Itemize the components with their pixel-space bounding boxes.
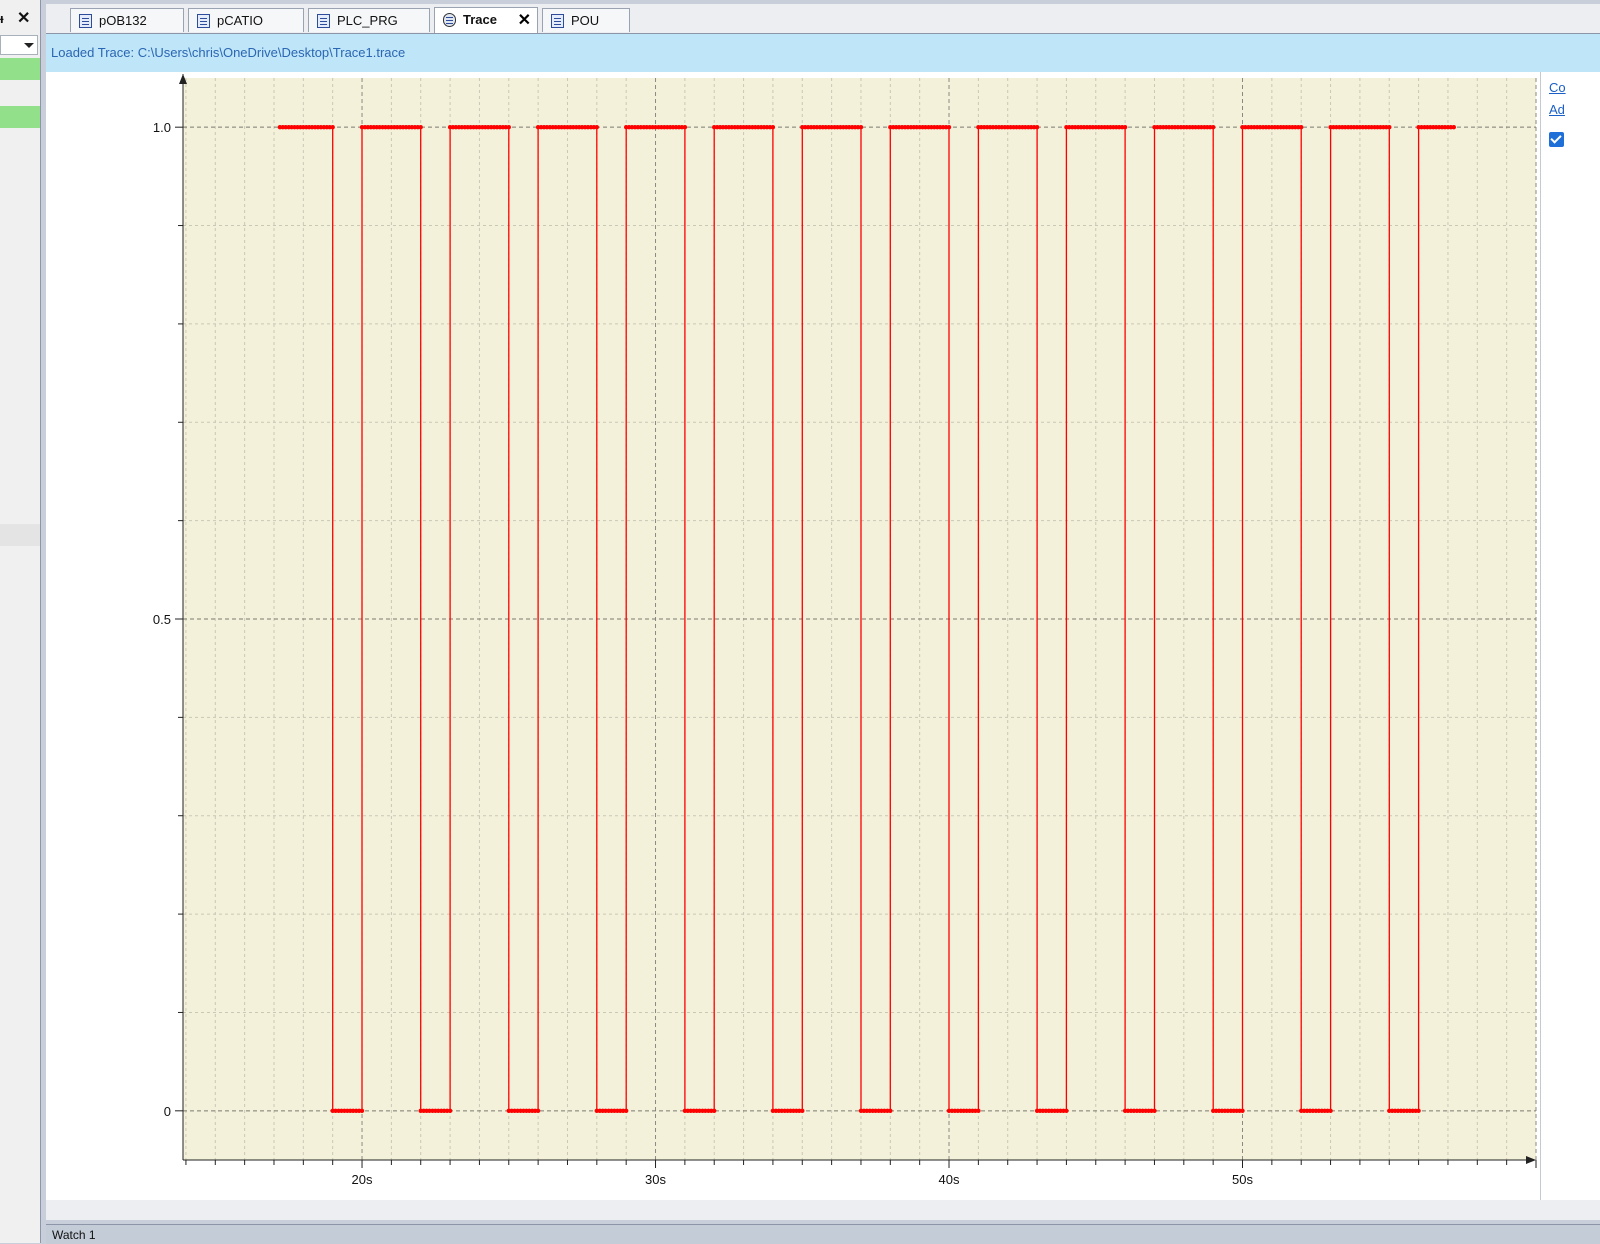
chevron-down-icon (24, 43, 34, 48)
tab-pcatio[interactable]: pCATIO (188, 8, 304, 32)
sample-point (535, 1108, 541, 1114)
variable-checkbox[interactable] (1549, 132, 1564, 147)
y-tick-label: 0 (164, 1104, 171, 1119)
tab-plc-prg[interactable]: PLC_PRG (308, 8, 430, 32)
sample-point (1451, 125, 1457, 130)
left-pane-header: ᵻ ✕ (0, 4, 40, 32)
tab-trace[interactable]: Trace ✕ (434, 7, 538, 33)
y-tick-label: 1.0 (153, 120, 171, 135)
tab-pob132[interactable]: pOB132 (70, 8, 184, 32)
tab-pou[interactable]: POU (542, 8, 630, 32)
loaded-trace-path: Loaded Trace: C:\Users\chris\OneDrive\De… (51, 45, 406, 60)
sample-point (1152, 1108, 1157, 1114)
document-icon (197, 14, 210, 28)
selected-row[interactable] (0, 524, 40, 546)
sample-point (712, 1108, 717, 1114)
sample-point (1122, 125, 1128, 130)
tab-label: pCATIO (217, 13, 263, 28)
sample-point (594, 125, 599, 130)
trace-icon (443, 13, 456, 27)
sample-point (506, 125, 511, 130)
sample-point (858, 125, 864, 130)
config-link[interactable]: Co (1549, 80, 1566, 95)
info-bar: Loaded Trace: C:\Users\chris\OneDrive\De… (46, 34, 1600, 73)
sample-point (1034, 125, 1040, 130)
x-tick-label: 20s (352, 1172, 373, 1187)
sample-point (624, 1108, 629, 1114)
tab-label: PLC_PRG (337, 13, 398, 28)
right-panel: Co Ad (1540, 72, 1600, 1200)
tab-label: Trace (463, 12, 497, 27)
x-tick-label: 40s (939, 1172, 960, 1187)
pou-icon (551, 14, 564, 28)
sample-point (682, 125, 688, 130)
add-link[interactable]: Ad (1549, 102, 1565, 117)
sample-point (770, 125, 776, 130)
close-tab-icon[interactable]: ✕ (518, 10, 531, 30)
bottom-tab-bar: Watch 1 (46, 1224, 1600, 1244)
y-tick-label: 0.5 (153, 612, 171, 627)
sample-point (1211, 125, 1216, 130)
sample-point (800, 1108, 805, 1114)
x-tick-label: 50s (1232, 1172, 1253, 1187)
close-icon[interactable]: ✕ (17, 11, 30, 27)
sample-point (946, 125, 952, 130)
sample-point (1328, 1108, 1333, 1114)
sample-point (418, 125, 423, 130)
watch-tab-label[interactable]: Watch 1 (52, 1228, 96, 1242)
sample-point (1064, 1108, 1069, 1114)
pou-icon (79, 14, 92, 28)
sample-point (888, 1108, 893, 1114)
sample-point (330, 125, 335, 130)
tab-label: pOB132 (99, 13, 147, 28)
sample-point (976, 1108, 981, 1114)
sample-point (1416, 1108, 1421, 1114)
highlighted-row[interactable] (0, 106, 40, 128)
trace-chart[interactable]: 20s 30s 40s 50s 0 0.5 1.0 (46, 72, 1540, 1200)
left-pane: ᵻ ✕ (0, 0, 41, 1243)
tab-strip: pOB132 pCATIO PLC_PRG Trace ✕ POU (46, 4, 1600, 34)
editor-area: pOB132 pCATIO PLC_PRG Trace ✕ POU Loaded… (46, 4, 1600, 1220)
sample-point (359, 1108, 365, 1114)
left-pane-dropdown[interactable] (0, 35, 38, 55)
highlighted-row[interactable] (0, 58, 40, 80)
sample-point (447, 1108, 453, 1114)
sample-point (1299, 125, 1304, 130)
trace-view[interactable]: 20s 30s 40s 50s 0 0.5 1.0 Co Ad (46, 72, 1600, 1200)
tab-label: POU (571, 13, 600, 28)
sample-point (1240, 1108, 1245, 1114)
document-icon (317, 14, 330, 28)
sample-point (1387, 125, 1392, 130)
x-tick-label: 30s (645, 1172, 666, 1187)
pin-icon[interactable]: ᵻ (0, 12, 4, 26)
